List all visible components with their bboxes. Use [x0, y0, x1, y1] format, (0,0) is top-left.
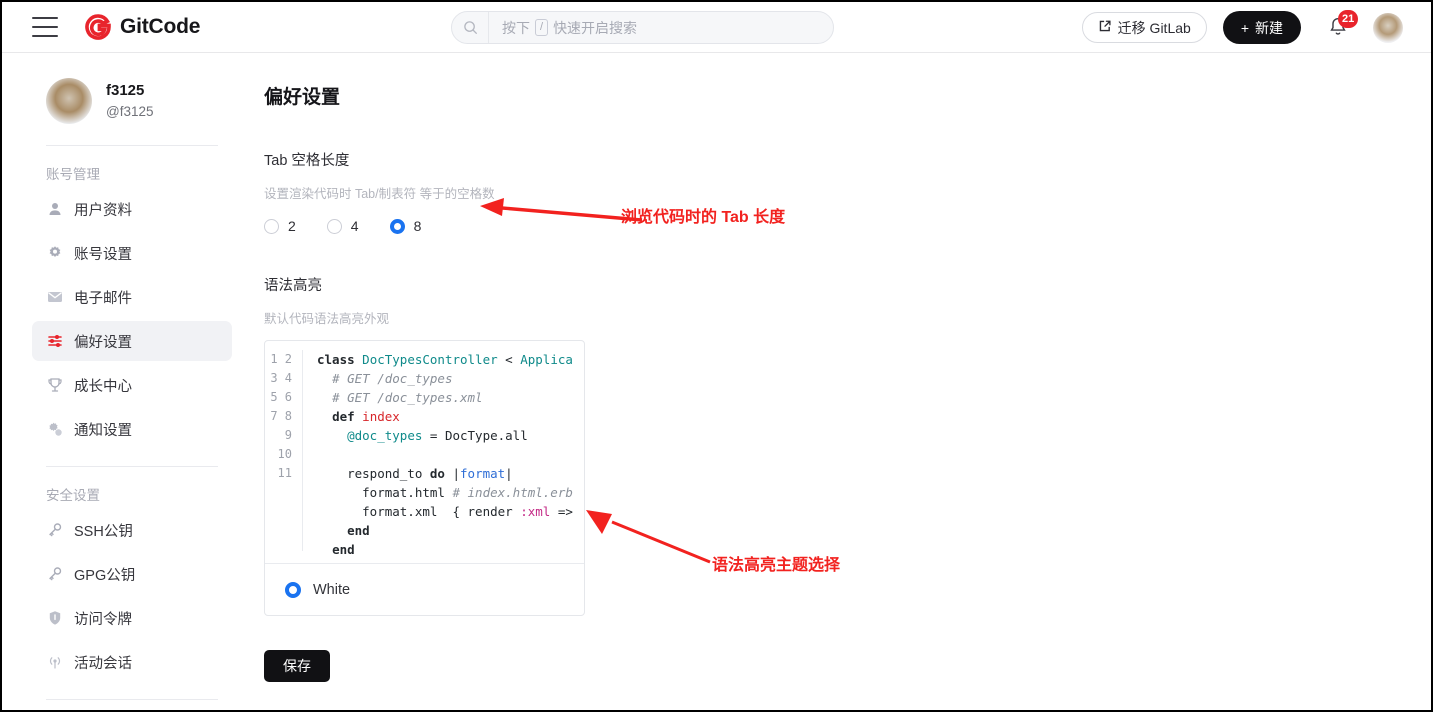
- gitcode-logo-icon: [84, 13, 112, 41]
- header-actions: 迁移 GitLab + 新建 21: [1081, 2, 1403, 53]
- main-content: 偏好设置 Tab 空格长度 设置渲染代码时 Tab/制表符 等于的空格数 2 4…: [264, 82, 1364, 682]
- bell-icon: [1327, 17, 1349, 43]
- radio-label: 4: [350, 218, 359, 234]
- code-line-numbers: 1 2 3 4 5 6 7 8 9 10 11: [265, 350, 303, 551]
- sidebar-item-label: 偏好设置: [74, 334, 132, 351]
- migrate-gitlab-button[interactable]: 迁移 GitLab: [1081, 12, 1207, 43]
- search-kbd-hint: /: [535, 19, 549, 36]
- radio-label: 8: [413, 218, 422, 234]
- notification-badge: 21: [1338, 9, 1359, 28]
- user-icon: [46, 201, 63, 218]
- trophy-icon: [46, 377, 63, 394]
- profile-summary[interactable]: f3125 @f3125: [32, 72, 232, 128]
- tab-width-label: Tab 空格长度: [264, 153, 350, 169]
- migrate-gitlab-label: 迁移 GitLab: [1117, 19, 1191, 36]
- save-button[interactable]: 保存: [264, 650, 330, 682]
- annotation-label-tab: 浏览代码时的 Tab 长度: [621, 209, 786, 226]
- plus-icon: +: [1240, 19, 1249, 36]
- sidebar-item-preferences[interactable]: 偏好设置: [32, 321, 232, 361]
- code-preview: 1 2 3 4 5 6 7 8 9 10 11 class DocTypesCo…: [265, 341, 584, 563]
- sidebar-section-security-title: 安全设置: [46, 488, 100, 503]
- profile-name: f3125: [106, 82, 145, 100]
- search-suffix: 快速开启搜索: [553, 19, 638, 36]
- syntax-theme-card: 1 2 3 4 5 6 7 8 9 10 11 class DocTypesCo…: [264, 340, 585, 616]
- app-window: GitCode 按下 / 快速开启搜索 迁移 GitLab + 新建 21 f3…: [0, 0, 1433, 712]
- profile-handle: @f3125: [106, 104, 154, 120]
- search-placeholder: 按下 / 快速开启搜索: [489, 18, 637, 38]
- sidebar-item-label: 活动会话: [74, 655, 132, 672]
- sidebar-item-label: 成长中心: [74, 378, 132, 395]
- search-input[interactable]: 按下 / 快速开启搜索: [451, 11, 834, 44]
- bell-gear-icon: [46, 421, 63, 438]
- theme-option-white[interactable]: White: [265, 563, 584, 615]
- tab-width-description: 设置渲染代码时 Tab/制表符 等于的空格数: [264, 187, 495, 201]
- sidebar-item-ssh-keys[interactable]: SSH公钥: [32, 510, 232, 550]
- sidebar-item-label: 用户资料: [74, 202, 132, 219]
- tab-width-radio-group: 2 4 8: [264, 218, 1364, 234]
- sidebar-item-label: 电子邮件: [74, 290, 132, 307]
- mail-icon: [46, 289, 63, 306]
- brand-logo[interactable]: GitCode: [84, 13, 200, 41]
- top-header: GitCode 按下 / 快速开启搜索 迁移 GitLab + 新建 21: [2, 2, 1431, 53]
- sidebar-item-email[interactable]: 电子邮件: [32, 277, 232, 317]
- notifications-button[interactable]: 21: [1327, 9, 1359, 43]
- radio-icon-selected: [285, 581, 301, 598]
- sidebar-item-account-settings[interactable]: 账号设置: [32, 233, 232, 273]
- sidebar-section-account-title: 账号管理: [46, 167, 100, 182]
- sidebar-divider: [46, 699, 218, 700]
- avatar[interactable]: [1373, 12, 1403, 43]
- radio-label: 2: [288, 218, 296, 234]
- gear-icon: [46, 245, 63, 262]
- key-icon: [46, 566, 63, 583]
- code-content: class DocTypesController < Applica # GET…: [317, 352, 573, 557]
- search-icon: [452, 20, 488, 35]
- sidebar-item-label: 账号设置: [74, 246, 132, 263]
- broadcast-icon: [46, 654, 63, 671]
- tab-width-option-4[interactable]: 4: [326, 218, 359, 234]
- new-button-label: 新建: [1255, 19, 1283, 36]
- sidebar: f3125 @f3125 账号管理 用户资料 账号设置 电子邮件 偏好设置 成长…: [32, 72, 232, 700]
- brand-name: GitCode: [120, 15, 201, 38]
- syntax-highlight-description: 默认代码语法高亮外观: [264, 312, 390, 326]
- tab-width-option-2[interactable]: 2: [264, 218, 296, 234]
- tab-width-option-8[interactable]: 8: [389, 218, 422, 234]
- sidebar-item-access-tokens[interactable]: 访问令牌: [32, 598, 232, 638]
- sidebar-item-user-profile[interactable]: 用户资料: [32, 189, 232, 229]
- key-icon: [46, 522, 63, 539]
- radio-icon: [264, 218, 279, 234]
- sidebar-item-label: GPG公钥: [74, 567, 136, 584]
- sliders-icon: [46, 333, 63, 350]
- new-button[interactable]: + 新建: [1222, 11, 1301, 44]
- sidebar-item-growth-center[interactable]: 成长中心: [32, 365, 232, 405]
- search-prefix: 按下: [502, 19, 530, 36]
- theme-label: White: [313, 581, 351, 598]
- import-icon: [1098, 19, 1112, 36]
- radio-icon-selected: [389, 218, 405, 234]
- sidebar-item-gpg-keys[interactable]: GPG公钥: [32, 554, 232, 594]
- sidebar-item-label: 访问令牌: [74, 611, 132, 628]
- radio-icon: [326, 218, 342, 234]
- page-title: 偏好设置: [264, 87, 341, 108]
- avatar: [46, 78, 92, 124]
- sidebar-item-active-sessions[interactable]: 活动会话: [32, 642, 232, 682]
- syntax-highlight-label: 语法高亮: [264, 278, 322, 294]
- hamburger-icon[interactable]: [32, 17, 58, 37]
- shield-icon: [46, 610, 63, 627]
- sidebar-item-notification-settings[interactable]: 通知设置: [32, 409, 232, 449]
- annotation-label-theme: 语法高亮主题选择: [712, 557, 841, 574]
- sidebar-item-label: SSH公钥: [74, 523, 133, 540]
- sidebar-item-label: 通知设置: [74, 422, 132, 439]
